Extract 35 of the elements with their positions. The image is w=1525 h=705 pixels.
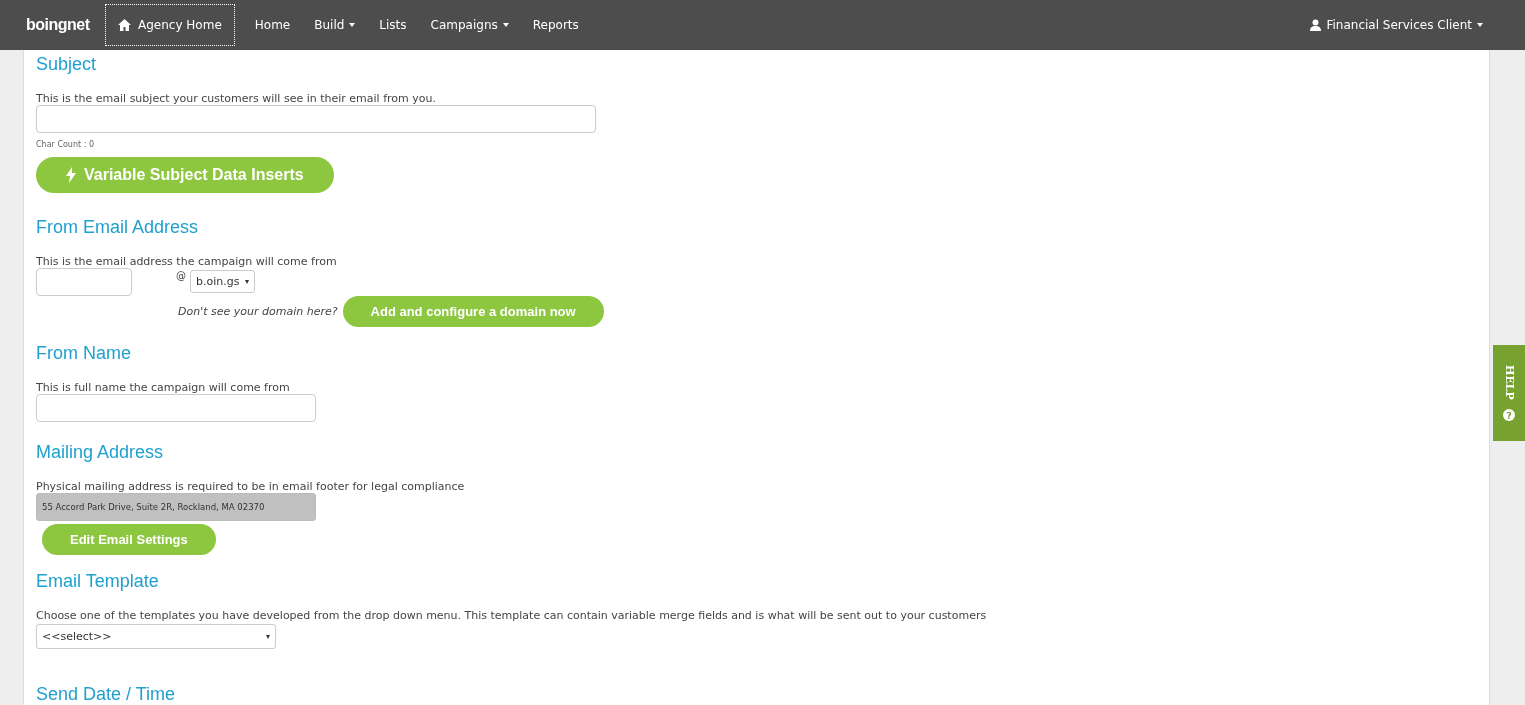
section-heading: Email Template <box>36 570 160 593</box>
from-name-input[interactable] <box>36 394 316 422</box>
char-count: Char Count : 0 <box>36 140 96 149</box>
question-icon: ? <box>1503 409 1515 422</box>
logo[interactable]: boingnet <box>26 16 105 34</box>
nav-link[interactable]: Reports <box>520 18 591 32</box>
section-heading: Subject <box>36 53 98 76</box>
subject-input[interactable] <box>36 105 596 133</box>
caret-icon <box>245 279 250 284</box>
nav-link[interactable]: Build <box>302 18 368 32</box>
home-icon <box>118 19 131 31</box>
domain-hint: Don't see your domain here? <box>178 305 338 318</box>
at-sign: @ <box>176 270 186 281</box>
description-text: Choose one of the templates you have developed from the drop down menu. This template can contain variable merge fields and is what will be sent out to your customers <box>36 609 988 622</box>
description-text: Physical mailing address is required to be in email footer for legal compliance <box>36 480 466 493</box>
nav-link[interactable]: Home <box>242 18 303 32</box>
section-heading: Send Date / Time <box>36 683 177 705</box>
address-field: 55 Accord Park Drive, Suite 2R, Rockland, MA 02370 <box>36 493 316 521</box>
email-input[interactable] <box>36 268 132 296</box>
template-select[interactable]: <<select>> <box>36 624 276 649</box>
agency-home-link[interactable]: Agency Home <box>105 4 235 46</box>
user-menu[interactable]: Financial Services Client <box>1310 18 1483 32</box>
lightning-icon <box>66 167 76 183</box>
description-text: This is the email subject your customers will see in their email from you. <box>36 92 437 105</box>
section-heading: Mailing Address <box>36 441 165 464</box>
nav-link[interactable]: Campaigns <box>418 18 521 32</box>
domain-select[interactable]: b.oin.gs <box>190 270 256 293</box>
section-heading: From Email Address <box>36 216 200 239</box>
description-text: This is the email address the campaign will come from <box>36 255 338 268</box>
caret-icon <box>266 634 270 639</box>
section-heading: From Name <box>36 342 132 365</box>
nav-link[interactable]: Lists <box>367 18 419 32</box>
user-icon <box>1310 19 1322 31</box>
description-text: This is full name the campaign will come from <box>36 381 291 394</box>
caret-icon <box>1477 23 1483 27</box>
